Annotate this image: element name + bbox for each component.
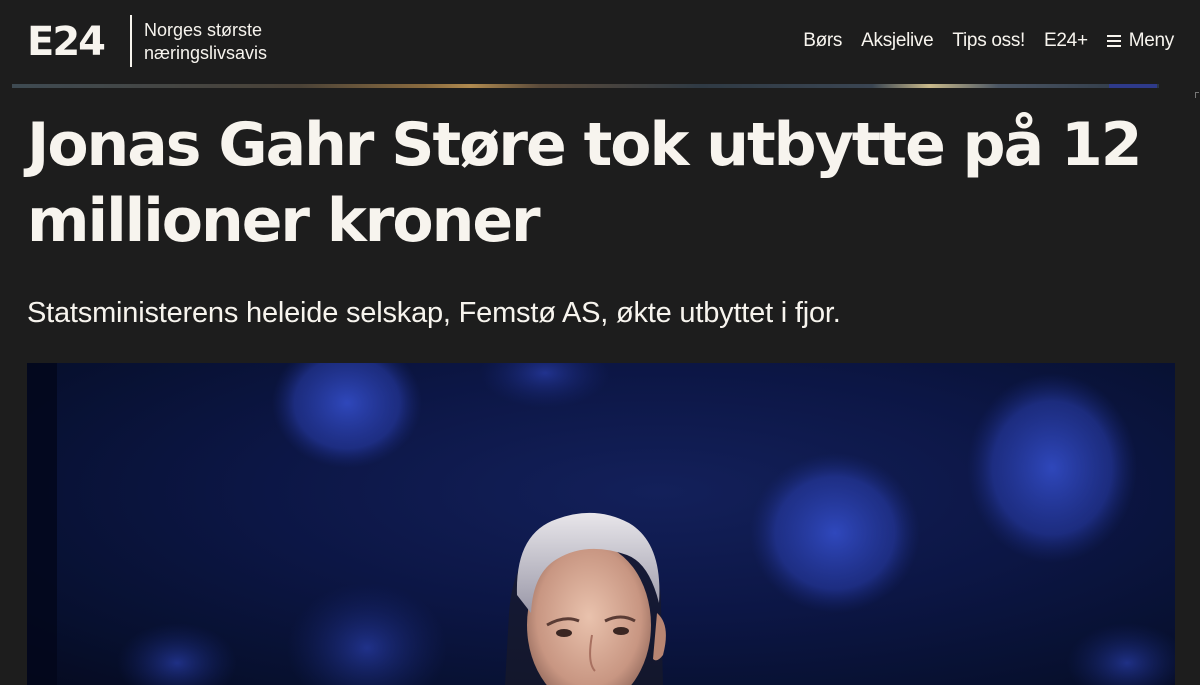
- hero-photo-illustration: [27, 363, 1175, 685]
- e24-logo[interactable]: E24: [27, 22, 106, 62]
- nav-link-bors[interactable]: Børs: [803, 30, 842, 52]
- logo-divider: [130, 15, 132, 67]
- nav-link-aksjelive[interactable]: Aksjelive: [861, 30, 934, 52]
- menu-label: Meny: [1128, 30, 1175, 51]
- tagline-line-2: næringslivsavis: [144, 43, 268, 63]
- tagline: Norges største næringslivsavis: [144, 19, 267, 65]
- menu-button[interactable]: Meny: [1106, 30, 1175, 52]
- tagline-line-1: Norges største: [144, 20, 263, 40]
- advertisement-strip-accent: [1109, 84, 1157, 88]
- advertisement-strip[interactable]: [12, 84, 1159, 88]
- page: E24 Norges største næringslivsavis Børs …: [0, 0, 1200, 685]
- nav-link-e24-plus[interactable]: E24+: [1044, 30, 1088, 52]
- article-lead: Statsministerens heleide selskap, Femstø…: [27, 297, 841, 329]
- scrollbar-up-arrow[interactable]: [1190, 86, 1200, 106]
- hamburger-menu-icon: [1106, 35, 1121, 47]
- site-header: E24 Norges største næringslivsavis Børs …: [0, 0, 1200, 86]
- nav-link-tips-oss[interactable]: Tips oss!: [952, 30, 1025, 52]
- hero-image[interactable]: [27, 363, 1175, 685]
- article-headline: Jonas Gahr Støre tok utbytte på 12 milli…: [27, 110, 1142, 256]
- main-nav: Børs Aksjelive Tips oss! E24+ Meny: [803, 30, 1174, 52]
